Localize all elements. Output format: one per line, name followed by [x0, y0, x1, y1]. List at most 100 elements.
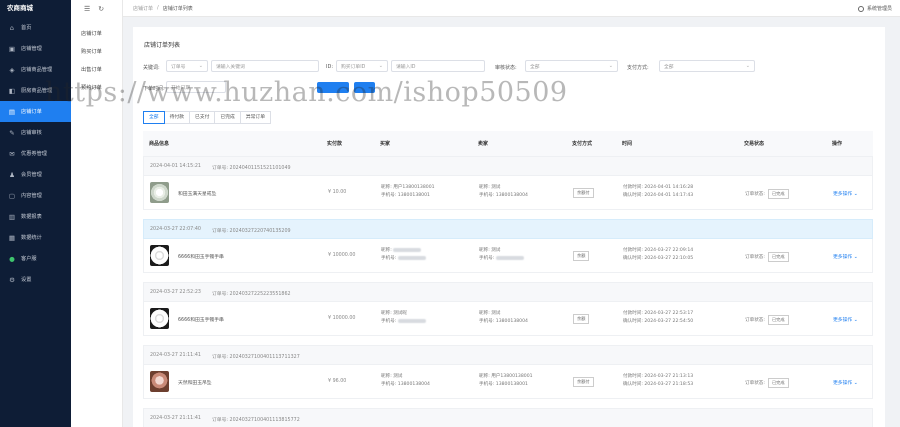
- product-thumbnail[interactable]: [150, 245, 169, 266]
- keyword-input[interactable]: 请输入关键词: [211, 60, 319, 72]
- more-actions-button[interactable]: 更多操作 ⌄: [833, 379, 858, 386]
- status-filter-select[interactable]: 全部 ⌄: [525, 60, 618, 72]
- status-label: 订单状态:: [745, 255, 765, 260]
- confirm-time: 确认时间: 2024-03-27 22:54:50: [623, 319, 694, 324]
- page-title: 店铺订单列表: [144, 42, 181, 49]
- breadcrumb-item[interactable]: 店铺订单: [133, 5, 153, 12]
- product-thumbnail[interactable]: [150, 182, 169, 203]
- sidebar-item-label: 店铺订单: [21, 109, 42, 115]
- member-icon: ♟: [9, 170, 15, 179]
- user-menu[interactable]: 系统管理员: [857, 0, 892, 17]
- sidebar-item-label: 设置: [21, 277, 32, 283]
- paid-amount: ¥ 10.00: [328, 190, 347, 195]
- status-badge: 已完成: [767, 252, 789, 262]
- subnav-item-shop-orders[interactable]: 店铺订单: [71, 25, 122, 43]
- buyer-name: 昵称:: [381, 248, 394, 253]
- status-badge: 已完成: [767, 189, 789, 199]
- redacted-text: [397, 318, 426, 323]
- sidebar: 农商商城 ⌂ 首页 ▣ 店铺管理 ◈ 店铺商品管理 ◧ 厨房商品管理 ▤ 店铺订单 ✎ 店铺审核 ✉ 优惠…: [0, 0, 71, 427]
- column-seller: 卖家: [478, 141, 489, 147]
- product-name[interactable]: 天然和田玉吊坠: [178, 379, 212, 386]
- sidebar-item-7[interactable]: ♟ 会员管理: [0, 164, 71, 185]
- breadcrumb-separator: /: [157, 5, 159, 11]
- sidebar-nav: ⌂ 首页 ▣ 店铺管理 ◈ 店铺商品管理 ◧ 厨房商品管理 ▤ 店铺订单 ✎ 店铺审核 ✉ 优惠券管理 ♟ 会…: [0, 17, 71, 290]
- product-name[interactable]: 和田玉满天星戒坠: [178, 190, 216, 197]
- confirm-time: 确认时间: 2024-03-27 22:10:05: [623, 256, 694, 261]
- keyword-type-select[interactable]: 订单号 ⌄: [166, 60, 208, 72]
- sidebar-item-2[interactable]: ◈ 店铺商品管理: [0, 59, 71, 80]
- sidebar-item-6[interactable]: ✉ 优惠券管理: [0, 143, 71, 164]
- buyer-name: 昵称: 测试昵: [381, 311, 407, 316]
- order-number: 订单号: 20240327100401113815772: [212, 416, 300, 423]
- table-row: 6666和田玉手镯手串 ¥ 10000.00 昵称: 手机号: 昵称: 测试 手机号:…: [143, 239, 873, 273]
- refresh-icon[interactable]: ↻: [98, 5, 104, 13]
- subnav-toolbar: ☰ ↻: [71, 0, 122, 17]
- seller-name: 昵称: 测试: [479, 185, 501, 190]
- date-range-picker[interactable]: 开始日期: [166, 81, 226, 93]
- tab-abnormal[interactable]: 异常订单: [239, 111, 272, 124]
- status-label: 订单状态:: [745, 192, 765, 197]
- pay-method-badge: 余额: [573, 314, 590, 324]
- product-thumbnail[interactable]: [150, 371, 169, 392]
- sidebar-item-label: 数据报表: [21, 214, 42, 220]
- order-date: 2024-03-27 22:52:23: [150, 290, 201, 295]
- product-name[interactable]: 6666和田玉手镯手串: [178, 253, 224, 260]
- pay-filter-select[interactable]: 全部 ⌄: [659, 60, 755, 72]
- menu-collapse-icon[interactable]: ☰: [84, 5, 90, 13]
- order-number-value: 20240327100401113815772: [229, 418, 300, 423]
- trade-status: 订单状态: 已完成: [745, 189, 789, 199]
- sidebar-item-0[interactable]: ⌂ 首页: [0, 17, 71, 38]
- search-button[interactable]: [317, 82, 349, 93]
- chevron-down-icon: ⌄: [853, 381, 858, 386]
- sidebar-item-9[interactable]: ▥ 数据报表: [0, 206, 71, 227]
- order-group-header: 2024-03-27 22:07:40 订单号: 2024032722074013…: [143, 219, 873, 239]
- buyer-info: 昵称: 测试 手机号: 13800138004: [381, 373, 430, 389]
- pay-filter-value: 全部: [664, 64, 674, 70]
- order-number: 订单号: 20240327100401113711327: [212, 353, 300, 360]
- keyword-placeholder: 请输入关键词: [216, 64, 245, 70]
- status-label: 订单状态:: [745, 318, 765, 323]
- table-header: 商品信息 实付款 买家 卖家 支付方式 时间 交易状态 操作: [143, 131, 873, 157]
- store-icon: ▣: [8, 44, 16, 53]
- sidebar-item-12[interactable]: ⚙ 设置: [0, 269, 71, 290]
- more-actions-button[interactable]: 更多操作 ⌄: [833, 316, 858, 323]
- order-list-card: 店铺订单列表 关键词: 订单号 ⌄ 请输入关键词 ID: 购买订单ID ⌄ 请输…: [133, 27, 885, 427]
- tab-all[interactable]: 全部: [143, 111, 165, 124]
- order-group-header: 2024-03-27 22:52:23 订单号: 2024032722522355…: [143, 282, 873, 302]
- more-actions-button[interactable]: 更多操作 ⌄: [833, 253, 858, 260]
- tab-completed[interactable]: 已完成: [214, 111, 241, 124]
- tab-paid[interactable]: 已支付: [189, 111, 216, 124]
- subnav-item-sale-orders[interactable]: 出售订单: [71, 61, 122, 79]
- reset-button[interactable]: [354, 82, 375, 93]
- status-badge: 已完成: [767, 378, 789, 388]
- sidebar-item-5[interactable]: ✎ 店铺审核: [0, 122, 71, 143]
- more-actions-button[interactable]: 更多操作 ⌄: [833, 190, 858, 197]
- tab-pending-payment[interactable]: 待付款: [163, 111, 191, 124]
- chevron-down-icon: ⌄: [853, 255, 858, 260]
- buyer-phone: 手机号:: [381, 319, 398, 324]
- order-number: 订单号: 20240327225223551862: [212, 290, 291, 297]
- sidebar-item-10[interactable]: ▦ 数据统计: [0, 227, 71, 248]
- sidebar-item-3[interactable]: ◧ 厨房商品管理: [0, 80, 71, 101]
- subnav-item-booking-orders[interactable]: 预约订单: [71, 79, 122, 97]
- product-name[interactable]: 6666和田玉手镯手串: [178, 316, 224, 323]
- column-time: 时间: [622, 141, 633, 147]
- sidebar-item-8[interactable]: ▢ 内容管理: [0, 185, 71, 206]
- status-filter-value: 全部: [530, 64, 540, 70]
- redacted-text: [397, 255, 426, 260]
- sidebar-item-4[interactable]: ▤ 店铺订单: [0, 101, 71, 122]
- subnav-item-purchase-orders[interactable]: 购买订单: [71, 43, 122, 61]
- sidebar-item-1[interactable]: ▣ 店铺管理: [0, 38, 71, 59]
- id-type-select[interactable]: 购买订单ID ⌄: [336, 60, 388, 72]
- sidebar-item-11[interactable]: ● 客户服: [0, 248, 71, 269]
- kitchen-icon: ◧: [8, 86, 16, 95]
- redacted-text: [495, 255, 524, 260]
- seller-info: 昵称: 用户13800138001 手机号: 13800138001: [479, 373, 533, 389]
- id-input[interactable]: 请输入ID: [391, 60, 485, 72]
- product-thumbnail[interactable]: [150, 308, 169, 329]
- column-trade-status: 交易状态: [744, 141, 765, 147]
- sidebar-item-label: 会员管理: [21, 172, 42, 178]
- buyer-info: 昵称: 用户13800138001 手机号: 13800138001: [381, 184, 435, 200]
- trade-status: 订单状态: 已完成: [745, 315, 789, 325]
- buyer-info: 昵称: 测试昵 手机号:: [381, 310, 426, 326]
